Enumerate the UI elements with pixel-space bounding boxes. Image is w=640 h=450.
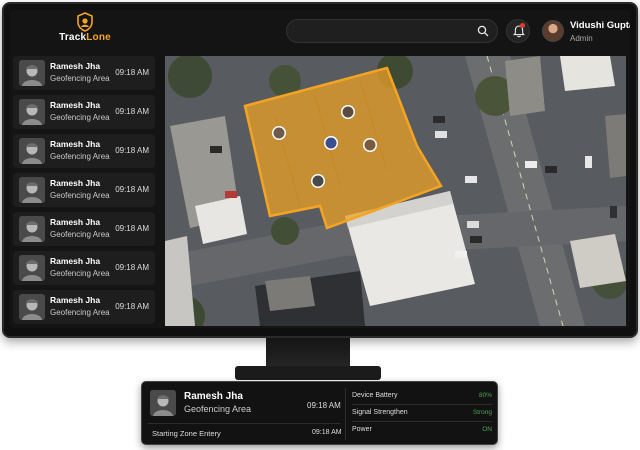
app-logo-text: TrackLone (59, 32, 111, 43)
map-user-pin-icon[interactable] (272, 126, 286, 140)
alert-time: 09:18 AM (115, 302, 149, 311)
alert-card[interactable]: Ramesh Jha Geofencing Area 09:18 AM (13, 173, 155, 207)
alert-card[interactable]: Ramesh Jha Geofencing Area 09:18 AM (13, 251, 155, 285)
avatar (19, 294, 45, 320)
car (470, 236, 482, 243)
top-bar: TrackLone Vidushi Gupta Admin (10, 10, 630, 54)
car (225, 191, 237, 198)
search-input[interactable] (297, 23, 467, 39)
stat-row-device-battery: Device Battery 80% (352, 389, 492, 405)
stat-row-signal-strength: Signal Strengthen Strong (352, 406, 492, 422)
alert-time: 09:18 AM (115, 68, 149, 77)
tree (271, 217, 299, 245)
monitor-frame: TrackLone Vidushi Gupta Admin Ramesh Jha… (2, 2, 638, 338)
stat-value: ON (482, 426, 492, 433)
building (560, 56, 615, 91)
car (455, 251, 467, 258)
alert-area: Geofencing Area (50, 113, 110, 122)
car (435, 131, 447, 138)
app-logo[interactable]: TrackLone (50, 12, 120, 52)
app-screen: TrackLone Vidushi Gupta Admin Ramesh Jha… (10, 10, 630, 328)
alert-person-name: Ramesh Jha (50, 139, 101, 149)
car (525, 161, 537, 168)
alert-area: Geofencing Area (50, 308, 110, 317)
stat-row-power: Power ON (352, 423, 492, 439)
monitor-stand-base (235, 366, 381, 380)
car (545, 166, 557, 173)
alert-card[interactable]: Ramesh Jha Geofencing Area 09:18 AM (13, 290, 155, 324)
map-user-pin-icon[interactable] (363, 138, 377, 152)
stat-label: Device Battery (352, 392, 398, 399)
avatar (19, 177, 45, 203)
notifications-button[interactable] (506, 19, 530, 43)
avatar (19, 255, 45, 281)
car (467, 221, 479, 228)
stat-label: Signal Strengthen (352, 409, 408, 416)
divider (345, 388, 346, 440)
alert-time: 09:18 AM (115, 263, 149, 272)
avatar (19, 138, 45, 164)
alert-person-name: Ramesh Jha (50, 295, 101, 305)
building (265, 276, 315, 311)
user-role: Admin (570, 34, 593, 43)
alert-time: 09:18 AM (115, 146, 149, 155)
monitor-stand-neck (266, 338, 350, 368)
detail-area: Geofencing Area (184, 404, 252, 414)
alert-time: 09:18 AM (115, 107, 149, 116)
map-user-pin-icon[interactable] (311, 174, 325, 188)
notification-dot (520, 23, 525, 28)
alert-time: 09:18 AM (115, 185, 149, 194)
detail-time: 09:18 AM (307, 401, 341, 410)
user-name: Vidushi Gupta (570, 20, 630, 31)
map-canvas[interactable] (165, 56, 626, 326)
divider (148, 423, 340, 424)
car (585, 156, 592, 168)
map-user-pin-icon[interactable] (341, 105, 355, 119)
car (210, 146, 222, 153)
alert-area: Geofencing Area (50, 74, 110, 83)
stat-value: 80% (478, 392, 492, 399)
alert-card[interactable]: Ramesh Jha Geofencing Area 09:18 AM (13, 134, 155, 168)
stat-label: Power (352, 426, 372, 433)
avatar (19, 216, 45, 242)
alert-detail-panel: Ramesh Jha Geofencing Area 09:18 AM Star… (141, 381, 498, 445)
detail-person-name: Ramesh Jha (184, 391, 243, 402)
alert-area: Geofencing Area (50, 152, 110, 161)
satellite-map[interactable] (165, 56, 626, 326)
building (505, 56, 545, 116)
map-user-pin-icon[interactable] (324, 136, 338, 150)
avatar (19, 99, 45, 125)
car (433, 116, 445, 123)
alert-time: 09:18 AM (115, 224, 149, 233)
user-avatar[interactable] (542, 20, 564, 42)
alert-card[interactable]: Ramesh Jha Geofencing Area 09:18 AM (13, 56, 155, 90)
detail-event: Starting Zone Entery (152, 429, 221, 438)
alert-card[interactable]: Ramesh Jha Geofencing Area 09:18 AM (13, 212, 155, 246)
search-bar[interactable] (286, 19, 498, 43)
alert-person-name: Ramesh Jha (50, 61, 101, 71)
alert-area: Geofencing Area (50, 191, 110, 200)
alert-list: Ramesh Jha Geofencing Area 09:18 AM Rame… (13, 52, 158, 326)
shield-logo-icon (77, 12, 93, 32)
stat-value: Strong (472, 409, 492, 416)
search-icon[interactable] (477, 25, 489, 37)
alert-person-name: Ramesh Jha (50, 217, 101, 227)
car (465, 176, 477, 183)
tree (168, 56, 212, 98)
alert-card[interactable]: Ramesh Jha Geofencing Area 09:18 AM (13, 95, 155, 129)
alert-person-name: Ramesh Jha (50, 256, 101, 266)
car (610, 206, 617, 218)
alert-area: Geofencing Area (50, 269, 110, 278)
avatar (19, 60, 45, 86)
detail-event-time: 09:18 AM (312, 429, 342, 436)
alert-area: Geofencing Area (50, 230, 110, 239)
alert-person-name: Ramesh Jha (50, 100, 101, 110)
alert-person-name: Ramesh Jha (50, 178, 101, 188)
avatar (150, 390, 176, 416)
